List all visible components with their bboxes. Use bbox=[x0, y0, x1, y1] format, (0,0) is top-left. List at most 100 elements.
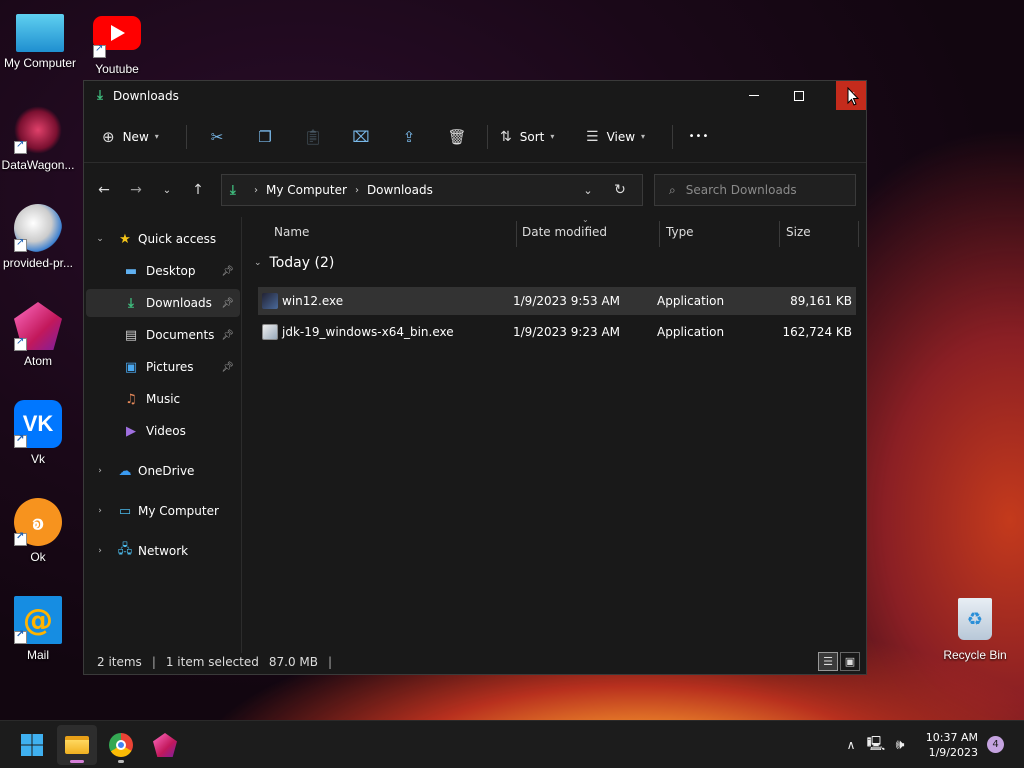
search-box[interactable]: ⌕ bbox=[654, 174, 856, 206]
share-button[interactable]: ⇪ bbox=[385, 121, 433, 153]
forward-button[interactable]: → bbox=[120, 175, 152, 205]
desktop-icon-recycle-bin[interactable]: ♻ Recycle Bin bbox=[935, 598, 1015, 662]
sidebar-item-pictures[interactable]: ▣ Pictures 📌︎ bbox=[86, 353, 240, 381]
pin-icon[interactable]: 📌︎ bbox=[221, 330, 234, 341]
column-header-size[interactable]: Size bbox=[786, 217, 856, 247]
taskbar: ∧ 🖳︎ 🕪︎ 10:37 AM 1/9/2023 4 bbox=[0, 720, 1024, 768]
desktop-icon-my-computer[interactable]: My Computer bbox=[0, 10, 80, 70]
share-icon: ⇪ bbox=[402, 127, 416, 146]
breadcrumb-downloads[interactable]: Downloads bbox=[367, 183, 433, 197]
notification-badge[interactable]: 4 bbox=[987, 736, 1004, 753]
chevron-right-icon[interactable]: › bbox=[86, 506, 114, 516]
chevron-right-icon[interactable]: › bbox=[86, 546, 114, 556]
music-icon: ♫ bbox=[125, 391, 137, 407]
group-header-today[interactable]: ⌄ Today (2) bbox=[254, 255, 334, 271]
taskbar-file-explorer[interactable] bbox=[57, 725, 97, 765]
desktop-icon-ok[interactable]: ꭷ Ok bbox=[0, 498, 78, 564]
column-header-date[interactable]: Date modified ⌄ bbox=[522, 215, 662, 247]
sort-button[interactable]: ⇅ Sort ▾ bbox=[494, 121, 580, 153]
column-header-name[interactable]: Name bbox=[274, 217, 514, 247]
file-row[interactable]: win12.exe 1/9/2023 9:53 AM Application 8… bbox=[258, 287, 856, 315]
tiles-view-button[interactable]: ▣ bbox=[840, 652, 860, 671]
pin-icon[interactable]: 📌︎ bbox=[221, 266, 234, 277]
column-header-type[interactable]: Type bbox=[666, 217, 776, 247]
atom-icon bbox=[153, 733, 177, 757]
download-icon: ⤓ bbox=[230, 182, 236, 198]
clock-date: 1/9/2023 bbox=[928, 746, 978, 759]
volume-icon[interactable]: 🕪︎ bbox=[888, 737, 912, 753]
sidebar-item-onedrive[interactable]: › ☁ OneDrive bbox=[86, 457, 240, 485]
recent-locations-button[interactable]: ⌄ bbox=[152, 175, 182, 205]
desktop-icon-provided-program[interactable]: provided-pr... bbox=[0, 204, 78, 270]
mail-icon: @ bbox=[14, 596, 62, 644]
sidebar-item-documents[interactable]: ▤ Documents 📌︎ bbox=[86, 321, 240, 349]
address-dropdown-icon[interactable]: ⌄ bbox=[572, 184, 604, 197]
show-hidden-icons-button[interactable]: ∧ bbox=[838, 738, 864, 752]
mouse-cursor-icon bbox=[847, 87, 859, 106]
desktop-icon-atom[interactable]: Atom bbox=[0, 302, 78, 368]
pin-icon[interactable]: 📌︎ bbox=[221, 298, 234, 309]
taskbar-chrome[interactable] bbox=[101, 725, 141, 765]
column-divider[interactable] bbox=[858, 221, 859, 247]
rename-button[interactable]: ⌧ bbox=[337, 121, 385, 153]
details-view-button[interactable]: ☰ bbox=[818, 652, 838, 671]
sidebar-item-label: Documents bbox=[146, 328, 215, 342]
taskbar-atom[interactable] bbox=[145, 725, 185, 765]
desktop-icon-vk[interactable]: VK Vk bbox=[0, 400, 78, 466]
picture-icon: ▣ bbox=[124, 359, 138, 375]
sidebar-item-quick-access[interactable]: ⌄ ★ Quick access bbox=[86, 225, 240, 253]
column-divider[interactable] bbox=[779, 221, 780, 247]
sort-indicator-icon: ⌄ bbox=[582, 215, 589, 224]
chevron-down-icon: ▾ bbox=[641, 132, 646, 141]
sidebar-item-network[interactable]: › 🖧︎ Network bbox=[86, 537, 240, 565]
breadcrumb-my-computer[interactable]: My Computer bbox=[266, 183, 347, 197]
view-switcher: ☰ ▣ bbox=[816, 652, 860, 671]
minimize-button[interactable] bbox=[731, 81, 776, 110]
network-status-icon[interactable]: 🖳︎ bbox=[864, 733, 888, 757]
clock-time: 10:37 AM bbox=[925, 731, 978, 744]
search-icon: ⌕ bbox=[669, 182, 676, 197]
copy-button[interactable]: ❐ bbox=[241, 121, 289, 153]
refresh-icon[interactable]: ↻ bbox=[604, 182, 636, 198]
chevron-down-icon: ▾ bbox=[154, 132, 159, 141]
back-button[interactable]: ← bbox=[88, 175, 120, 205]
provided-program-icon bbox=[14, 204, 62, 252]
group-label: Today (2) bbox=[269, 255, 335, 271]
cut-button[interactable]: ✂ bbox=[193, 121, 241, 153]
delete-button[interactable]: 🗑︎ bbox=[433, 121, 481, 153]
clock[interactable]: 10:37 AM 1/9/2023 bbox=[926, 730, 978, 760]
up-button[interactable]: ↑ bbox=[182, 175, 214, 205]
maximize-button[interactable] bbox=[776, 81, 821, 110]
new-label: New bbox=[122, 129, 149, 144]
paste-button[interactable]: 📋︎ bbox=[289, 121, 337, 153]
recycle-bin-icon: ♻ bbox=[958, 598, 992, 640]
file-row[interactable]: jdk-19_windows-x64_bin.exe 1/9/2023 9:23… bbox=[258, 318, 856, 346]
start-button[interactable] bbox=[12, 725, 52, 765]
chevron-right-icon[interactable]: › bbox=[86, 466, 114, 476]
sidebar-item-videos[interactable]: ▶ Videos bbox=[86, 417, 240, 445]
search-input[interactable] bbox=[685, 183, 846, 197]
desktop-icon-youtube[interactable]: Youtube bbox=[77, 10, 157, 76]
sidebar-item-desktop[interactable]: ▬ Desktop 📌︎ bbox=[86, 257, 240, 285]
address-bar[interactable]: ⤓ › My Computer › Downloads ⌄ ↻ bbox=[221, 174, 643, 206]
sidebar-item-downloads[interactable]: ⤓ Downloads 📌︎ bbox=[86, 289, 240, 317]
new-button[interactable]: ⊕ New ▾ bbox=[102, 121, 180, 153]
toolbar-divider bbox=[186, 124, 187, 149]
address-row: ← → ⌄ ↑ ⤓ › My Computer › Downloads ⌄ ↻ … bbox=[84, 163, 866, 217]
desktop-icon-datawagon[interactable]: DataWagon... bbox=[0, 106, 78, 172]
chevron-down-icon: ⌄ bbox=[162, 184, 172, 196]
column-divider[interactable] bbox=[659, 221, 660, 247]
more-options-button[interactable]: ••• bbox=[679, 121, 719, 153]
desktop-icon-label: Recycle Bin bbox=[943, 648, 1007, 662]
desktop-icon-mail[interactable]: @ Mail bbox=[0, 596, 78, 662]
pin-icon[interactable]: 📌︎ bbox=[221, 362, 234, 373]
sidebar-item-music[interactable]: ♫ Music bbox=[86, 385, 240, 413]
tiles-view-icon: ▣ bbox=[844, 655, 856, 668]
column-divider[interactable] bbox=[516, 221, 517, 247]
sidebar-item-my-computer[interactable]: › ▭ My Computer bbox=[86, 497, 240, 525]
plus-circle-icon: ⊕ bbox=[102, 127, 115, 146]
title-bar[interactable]: ⤓ Downloads ✕ bbox=[84, 81, 866, 111]
monitor-icon bbox=[16, 14, 64, 52]
view-button[interactable]: ☰ View ▾ bbox=[580, 121, 666, 153]
video-icon: ▶ bbox=[126, 423, 136, 439]
